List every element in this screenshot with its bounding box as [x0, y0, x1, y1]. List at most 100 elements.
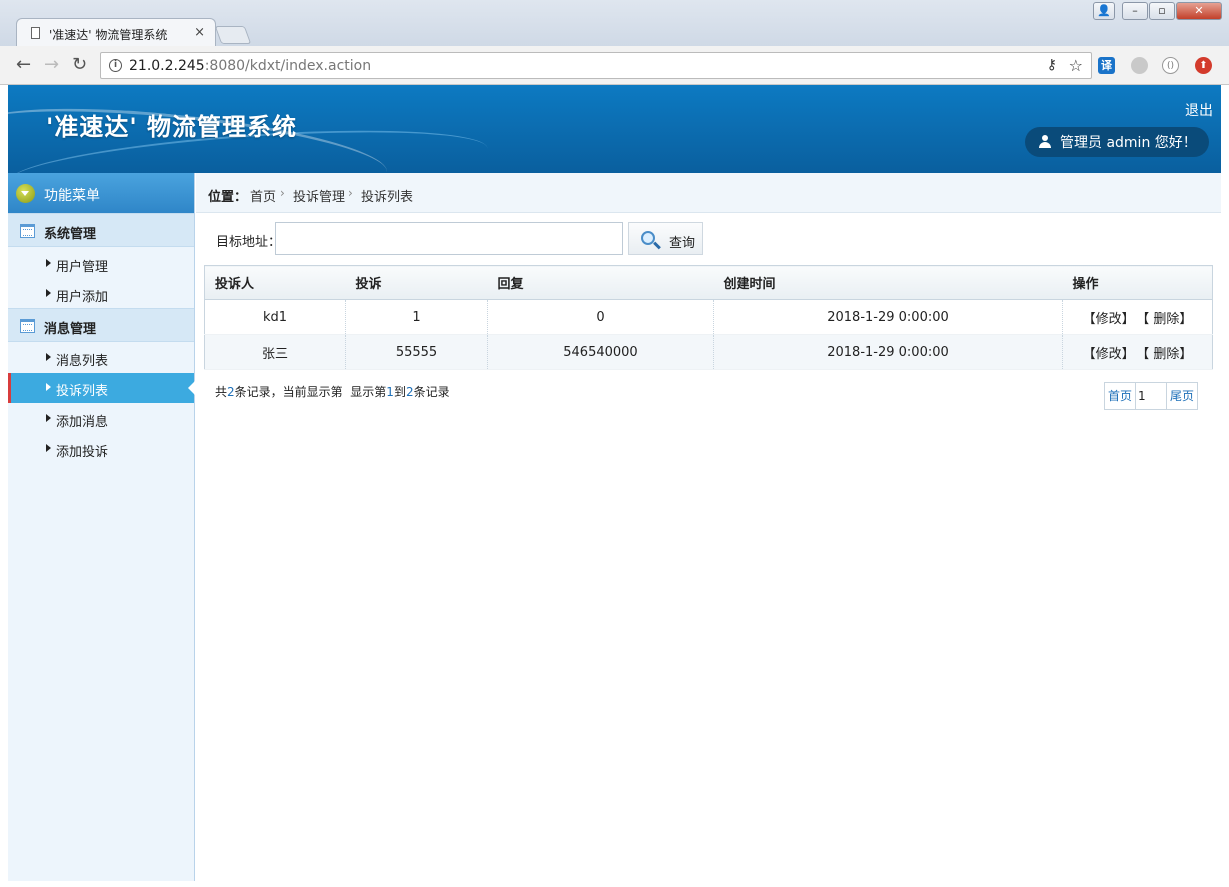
user-icon [1039, 135, 1051, 149]
browser-tab[interactable]: '准速达' 物流管理系统 × [16, 18, 216, 46]
edit-link[interactable]: 【修改】 [1083, 312, 1135, 327]
cell-created: 2018-1-29 0:00:00 [713, 299, 1063, 335]
collapse-arrow-icon [16, 184, 35, 203]
cell-complainant: kd1 [204, 299, 346, 335]
menu-group-system[interactable]: 系统管理 [8, 213, 194, 247]
column-header-created: 创建时间 [713, 265, 1063, 300]
breadcrumb-home[interactable]: 首页 [250, 186, 276, 205]
sidebar-item-add-complaint[interactable]: 添加投诉 [8, 434, 194, 464]
table-row: kd1 1 0 2018-1-29 0:00:00 【修改】【 删除】 [204, 299, 1213, 335]
menu-group-label: 系统管理 [44, 227, 97, 242]
tab-close-icon[interactable]: × [194, 25, 205, 40]
page-number-input[interactable]: 1 [1135, 383, 1168, 409]
key-icon[interactable]: ⚷ [1047, 57, 1057, 73]
back-arrow-icon[interactable]: ← [16, 55, 31, 75]
breadcrumb-separator: › [348, 186, 353, 200]
paging-text: 共 [215, 385, 228, 399]
breadcrumb-prefix: 位置： [208, 190, 248, 205]
cell-reply: 546540000 [487, 334, 714, 370]
first-page-button[interactable]: 首页 [1105, 383, 1135, 409]
delete-link[interactable]: 【 删除】 [1143, 347, 1193, 362]
menu-group-label: 消息管理 [44, 322, 97, 337]
column-header-complainant: 投诉人 [204, 265, 346, 300]
url-text[interactable]: 21.0.2.245:8080/kdxt/index.action [129, 58, 371, 74]
user-greeting: 管理员 admin 您好！ [1060, 135, 1197, 151]
last-page-button[interactable]: 尾页 [1167, 383, 1197, 409]
magnifier-icon [641, 231, 655, 245]
paging-text: 条记录 [413, 385, 450, 399]
bookmark-star-icon[interactable]: ☆ [1069, 56, 1083, 75]
circle-extension-icon[interactable]: () [1162, 57, 1179, 74]
window-close-button[interactable]: ✕ [1176, 2, 1222, 20]
table-row: 张三 55555 546540000 2018-1-29 0:00:00 【修改… [204, 334, 1213, 370]
target-address-input[interactable] [275, 222, 623, 255]
caret-right-icon [46, 414, 51, 422]
search-button-label: 查询 [669, 236, 696, 251]
cell-complaint: 1 [345, 299, 488, 335]
cell-complainant: 张三 [204, 334, 346, 370]
user-info: 管理员 admin 您好！ [1025, 127, 1209, 157]
profile-icon[interactable]: 👤 [1093, 2, 1115, 20]
minimize-button[interactable]: – [1122, 2, 1148, 20]
calendar-icon [20, 319, 35, 333]
sidebar-item-add-message[interactable]: 添加消息 [8, 404, 194, 434]
menu-group-message[interactable]: 消息管理 [8, 308, 194, 342]
sidebar-item-label: 添加消息 [56, 415, 109, 430]
caret-right-icon [46, 444, 51, 452]
menu-title: 功能菜单 [44, 188, 100, 204]
pager: 首页 1 尾页 [1104, 382, 1199, 410]
search-button[interactable]: 查询 [628, 222, 703, 255]
browser-toolbar: ← → ↻ i 21.0.2.245:8080/kdxt/index.actio… [0, 46, 1229, 85]
cell-reply: 0 [487, 299, 714, 335]
column-header-reply: 回复 [487, 265, 714, 300]
maximize-button[interactable]: ▫ [1149, 2, 1175, 20]
caret-right-icon [46, 289, 51, 297]
new-tab-button[interactable] [214, 26, 252, 44]
sidebar-item-label: 用户添加 [56, 290, 109, 305]
url-path: :8080/kdxt/index.action [204, 58, 372, 74]
paging-from: 1 [386, 385, 394, 399]
breadcrumb-complaint-manage[interactable]: 投诉管理 [293, 186, 345, 205]
sidebar-item-label: 用户管理 [56, 260, 109, 275]
cell-created: 2018-1-29 0:00:00 [713, 334, 1063, 370]
forward-arrow-icon[interactable]: → [44, 55, 59, 75]
reload-icon[interactable]: ↻ [72, 55, 87, 75]
paging-text: 到 [393, 385, 406, 399]
sidebar: 功能菜单 系统管理 用户管理 用户添加 消息管理 消息列表 投诉列表 添加消息 … [8, 173, 195, 881]
delete-link[interactable]: 【 删除】 [1143, 312, 1193, 327]
breadcrumb-separator: › [280, 186, 285, 200]
caret-right-icon [46, 353, 51, 361]
paging-total: 2 [227, 385, 235, 399]
sidebar-item-label: 添加投诉 [56, 445, 109, 460]
table-header-row: 投诉人 投诉 回复 创建时间 操作 [204, 265, 1213, 300]
cell-complaint: 55555 [345, 334, 488, 370]
edit-link[interactable]: 【修改】 [1083, 347, 1135, 362]
complaint-table: 投诉人 投诉 回复 创建时间 操作 kd1 1 0 2018-1-29 0:00… [204, 265, 1213, 370]
cell-actions: 【修改】【 删除】 [1062, 334, 1213, 370]
address-bar[interactable]: i 21.0.2.245:8080/kdxt/index.action ⚷ ☆ [100, 52, 1092, 79]
calendar-icon [20, 224, 35, 238]
sidebar-item-user-add[interactable]: 用户添加 [8, 279, 194, 309]
breadcrumb-complaint-list: 投诉列表 [361, 190, 414, 205]
document-icon [31, 27, 40, 39]
app-title: '准速达' 物流管理系统 [46, 113, 298, 141]
sidebar-item-label: 投诉列表 [56, 384, 109, 399]
sidebar-item-user-manage[interactable]: 用户管理 [8, 249, 194, 279]
sidebar-item-complaint-list[interactable]: 投诉列表 [8, 373, 195, 403]
app-header: '准速达' 物流管理系统 退出 管理员 admin 您好！ [8, 85, 1221, 173]
upload-extension-icon[interactable]: ⬆ [1195, 57, 1212, 74]
caret-right-icon [46, 259, 51, 267]
globe-extension-icon[interactable] [1131, 57, 1148, 74]
search-label: 目标地址： [216, 235, 282, 250]
breadcrumb: 位置： 首页 › 投诉管理 › 投诉列表 [196, 173, 1221, 213]
paging-summary: 共2条记录，当前显示第 显示第1到2条记录 [215, 383, 450, 400]
browser-titlebar: '准速达' 物流管理系统 × 👤 – ▫ ✕ [0, 0, 1229, 46]
caret-right-icon [46, 383, 51, 391]
info-icon[interactable]: i [109, 59, 122, 72]
function-menu-header[interactable]: 功能菜单 [8, 173, 194, 213]
tab-title: '准速达' 物流管理系统 [49, 28, 168, 42]
sidebar-item-message-list[interactable]: 消息列表 [8, 343, 194, 373]
translate-extension-icon[interactable]: 译 [1098, 57, 1115, 74]
column-header-actions: 操作 [1062, 265, 1213, 300]
logout-link[interactable]: 退出 [1185, 100, 1213, 120]
